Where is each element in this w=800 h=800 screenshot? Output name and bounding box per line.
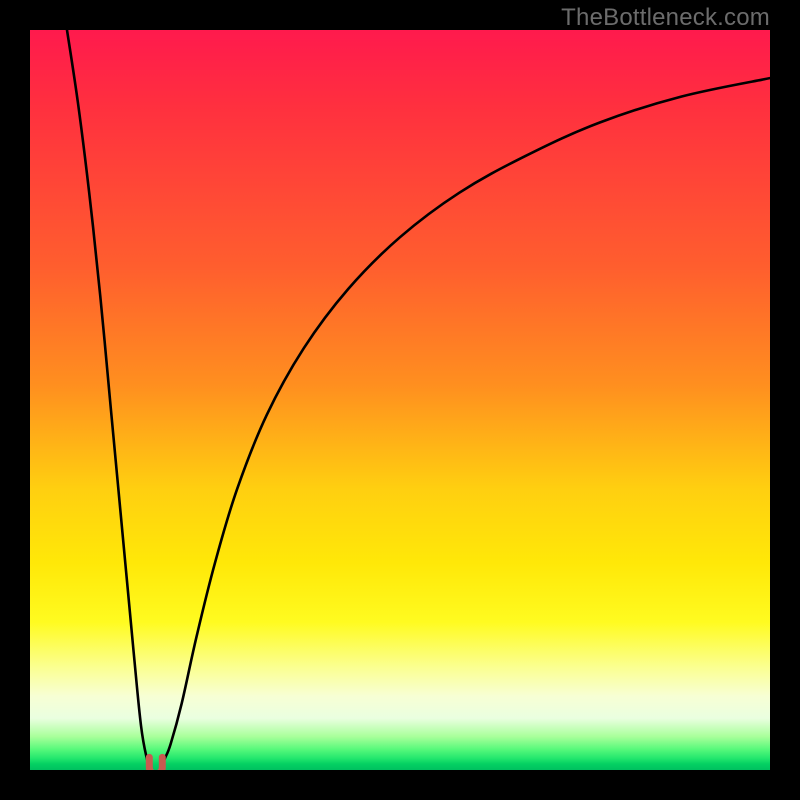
watermark-text: TheBottleneck.com [561,4,770,32]
right-branch-curve [162,78,770,766]
minimum-marker [149,757,162,770]
plot-area [30,30,770,770]
left-branch-curve [67,30,150,766]
chart-frame: TheBottleneck.com [0,0,800,800]
curve-layer [30,30,770,770]
